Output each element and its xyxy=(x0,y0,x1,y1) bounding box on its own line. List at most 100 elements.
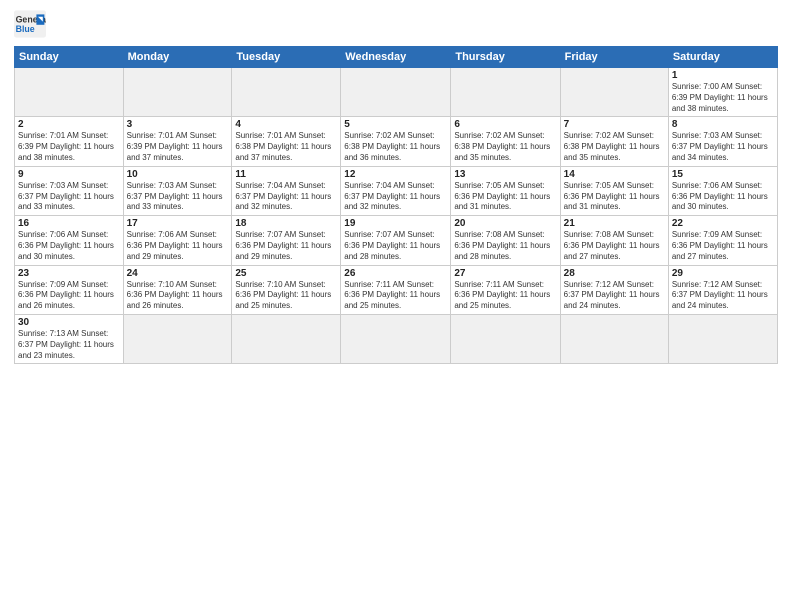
calendar-cell: 12Sunrise: 7:04 AM Sunset: 6:37 PM Dayli… xyxy=(341,166,451,215)
calendar-cell: 23Sunrise: 7:09 AM Sunset: 6:36 PM Dayli… xyxy=(15,265,124,314)
calendar-cell xyxy=(341,68,451,117)
col-header-monday: Monday xyxy=(123,47,232,68)
day-number: 24 xyxy=(127,268,229,279)
page: General Blue SundayMondayTuesdayWednesda… xyxy=(0,0,792,612)
col-header-sunday: Sunday xyxy=(15,47,124,68)
calendar-cell: 1Sunrise: 7:00 AM Sunset: 6:39 PM Daylig… xyxy=(668,68,777,117)
day-info: Sunrise: 7:12 AM Sunset: 6:37 PM Dayligh… xyxy=(672,280,774,312)
day-info: Sunrise: 7:02 AM Sunset: 6:38 PM Dayligh… xyxy=(344,131,447,163)
day-info: Sunrise: 7:06 AM Sunset: 6:36 PM Dayligh… xyxy=(127,230,229,262)
calendar-cell: 22Sunrise: 7:09 AM Sunset: 6:36 PM Dayli… xyxy=(668,216,777,265)
day-info: Sunrise: 7:02 AM Sunset: 6:38 PM Dayligh… xyxy=(564,131,665,163)
calendar-cell xyxy=(232,314,341,363)
day-number: 11 xyxy=(235,169,337,180)
day-info: Sunrise: 7:03 AM Sunset: 6:37 PM Dayligh… xyxy=(127,181,229,213)
day-number: 5 xyxy=(344,119,447,130)
calendar-cell: 5Sunrise: 7:02 AM Sunset: 6:38 PM Daylig… xyxy=(341,117,451,166)
logo: General Blue xyxy=(14,10,46,38)
calendar-cell: 17Sunrise: 7:06 AM Sunset: 6:36 PM Dayli… xyxy=(123,216,232,265)
day-number: 23 xyxy=(18,268,120,279)
day-info: Sunrise: 7:02 AM Sunset: 6:38 PM Dayligh… xyxy=(454,131,556,163)
calendar-cell xyxy=(123,314,232,363)
calendar-cell: 14Sunrise: 7:05 AM Sunset: 6:36 PM Dayli… xyxy=(560,166,668,215)
day-info: Sunrise: 7:08 AM Sunset: 6:36 PM Dayligh… xyxy=(564,230,665,262)
day-number: 16 xyxy=(18,218,120,229)
logo-icon: General Blue xyxy=(14,10,46,38)
svg-text:Blue: Blue xyxy=(16,24,35,34)
calendar-cell: 7Sunrise: 7:02 AM Sunset: 6:38 PM Daylig… xyxy=(560,117,668,166)
day-info: Sunrise: 7:08 AM Sunset: 6:36 PM Dayligh… xyxy=(454,230,556,262)
calendar-cell: 10Sunrise: 7:03 AM Sunset: 6:37 PM Dayli… xyxy=(123,166,232,215)
day-number: 13 xyxy=(454,169,556,180)
calendar-cell: 13Sunrise: 7:05 AM Sunset: 6:36 PM Dayli… xyxy=(451,166,560,215)
day-number: 22 xyxy=(672,218,774,229)
day-info: Sunrise: 7:07 AM Sunset: 6:36 PM Dayligh… xyxy=(235,230,337,262)
day-number: 9 xyxy=(18,169,120,180)
calendar-cell xyxy=(451,68,560,117)
calendar-cell xyxy=(668,314,777,363)
day-info: Sunrise: 7:11 AM Sunset: 6:36 PM Dayligh… xyxy=(454,280,556,312)
calendar-cell: 24Sunrise: 7:10 AM Sunset: 6:36 PM Dayli… xyxy=(123,265,232,314)
day-info: Sunrise: 7:01 AM Sunset: 6:38 PM Dayligh… xyxy=(235,131,337,163)
day-info: Sunrise: 7:11 AM Sunset: 6:36 PM Dayligh… xyxy=(344,280,447,312)
day-info: Sunrise: 7:01 AM Sunset: 6:39 PM Dayligh… xyxy=(18,131,120,163)
calendar-cell xyxy=(451,314,560,363)
day-number: 1 xyxy=(672,70,774,81)
day-info: Sunrise: 7:03 AM Sunset: 6:37 PM Dayligh… xyxy=(672,131,774,163)
col-header-friday: Friday xyxy=(560,47,668,68)
day-info: Sunrise: 7:10 AM Sunset: 6:36 PM Dayligh… xyxy=(127,280,229,312)
calendar-cell: 29Sunrise: 7:12 AM Sunset: 6:37 PM Dayli… xyxy=(668,265,777,314)
calendar-cell: 6Sunrise: 7:02 AM Sunset: 6:38 PM Daylig… xyxy=(451,117,560,166)
day-number: 26 xyxy=(344,268,447,279)
day-info: Sunrise: 7:05 AM Sunset: 6:36 PM Dayligh… xyxy=(564,181,665,213)
day-info: Sunrise: 7:13 AM Sunset: 6:37 PM Dayligh… xyxy=(18,329,120,361)
day-number: 19 xyxy=(344,218,447,229)
calendar-cell: 18Sunrise: 7:07 AM Sunset: 6:36 PM Dayli… xyxy=(232,216,341,265)
calendar-cell: 16Sunrise: 7:06 AM Sunset: 6:36 PM Dayli… xyxy=(15,216,124,265)
calendar-cell: 27Sunrise: 7:11 AM Sunset: 6:36 PM Dayli… xyxy=(451,265,560,314)
calendar-cell: 11Sunrise: 7:04 AM Sunset: 6:37 PM Dayli… xyxy=(232,166,341,215)
day-info: Sunrise: 7:07 AM Sunset: 6:36 PM Dayligh… xyxy=(344,230,447,262)
day-number: 20 xyxy=(454,218,556,229)
day-number: 4 xyxy=(235,119,337,130)
day-number: 8 xyxy=(672,119,774,130)
calendar-cell: 8Sunrise: 7:03 AM Sunset: 6:37 PM Daylig… xyxy=(668,117,777,166)
col-header-thursday: Thursday xyxy=(451,47,560,68)
day-number: 21 xyxy=(564,218,665,229)
day-info: Sunrise: 7:05 AM Sunset: 6:36 PM Dayligh… xyxy=(454,181,556,213)
day-number: 25 xyxy=(235,268,337,279)
calendar-cell: 30Sunrise: 7:13 AM Sunset: 6:37 PM Dayli… xyxy=(15,314,124,363)
day-number: 12 xyxy=(344,169,447,180)
day-info: Sunrise: 7:06 AM Sunset: 6:36 PM Dayligh… xyxy=(18,230,120,262)
calendar-cell: 2Sunrise: 7:01 AM Sunset: 6:39 PM Daylig… xyxy=(15,117,124,166)
day-info: Sunrise: 7:00 AM Sunset: 6:39 PM Dayligh… xyxy=(672,82,774,114)
day-number: 15 xyxy=(672,169,774,180)
calendar-cell: 26Sunrise: 7:11 AM Sunset: 6:36 PM Dayli… xyxy=(341,265,451,314)
calendar-cell: 9Sunrise: 7:03 AM Sunset: 6:37 PM Daylig… xyxy=(15,166,124,215)
day-number: 18 xyxy=(235,218,337,229)
day-info: Sunrise: 7:03 AM Sunset: 6:37 PM Dayligh… xyxy=(18,181,120,213)
day-number: 29 xyxy=(672,268,774,279)
day-number: 30 xyxy=(18,317,120,328)
day-number: 7 xyxy=(564,119,665,130)
day-info: Sunrise: 7:09 AM Sunset: 6:36 PM Dayligh… xyxy=(672,230,774,262)
calendar-cell: 25Sunrise: 7:10 AM Sunset: 6:36 PM Dayli… xyxy=(232,265,341,314)
day-info: Sunrise: 7:01 AM Sunset: 6:39 PM Dayligh… xyxy=(127,131,229,163)
calendar-cell xyxy=(560,314,668,363)
header: General Blue xyxy=(14,10,778,38)
day-number: 17 xyxy=(127,218,229,229)
day-number: 14 xyxy=(564,169,665,180)
day-info: Sunrise: 7:04 AM Sunset: 6:37 PM Dayligh… xyxy=(235,181,337,213)
col-header-tuesday: Tuesday xyxy=(232,47,341,68)
col-header-wednesday: Wednesday xyxy=(341,47,451,68)
calendar-cell xyxy=(15,68,124,117)
calendar-cell: 19Sunrise: 7:07 AM Sunset: 6:36 PM Dayli… xyxy=(341,216,451,265)
day-number: 2 xyxy=(18,119,120,130)
calendar-cell: 4Sunrise: 7:01 AM Sunset: 6:38 PM Daylig… xyxy=(232,117,341,166)
calendar-cell xyxy=(560,68,668,117)
calendar-cell xyxy=(341,314,451,363)
day-number: 3 xyxy=(127,119,229,130)
calendar-cell: 28Sunrise: 7:12 AM Sunset: 6:37 PM Dayli… xyxy=(560,265,668,314)
day-info: Sunrise: 7:09 AM Sunset: 6:36 PM Dayligh… xyxy=(18,280,120,312)
day-number: 6 xyxy=(454,119,556,130)
